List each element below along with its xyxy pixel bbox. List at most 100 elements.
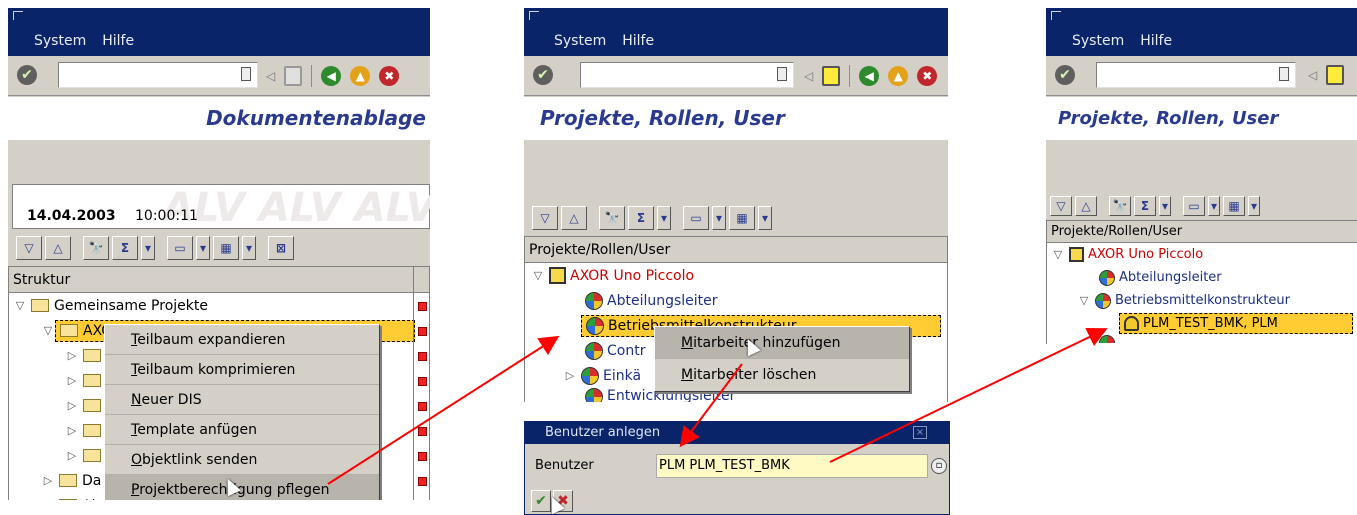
sum-dropdown-icon[interactable]: ▾ [657, 206, 671, 230]
expand-icon[interactable]: ▷ [65, 399, 79, 412]
tree-row-role[interactable] [1047, 335, 1357, 343]
print-dropdown-icon[interactable]: ▾ [1208, 196, 1220, 216]
menu-system[interactable]: System [34, 33, 86, 49]
menu-item-send-object-link[interactable]: Objektlink senden [105, 445, 379, 475]
expand-icon[interactable]: ▷ [41, 499, 55, 500]
tree-row-project[interactable]: ▽ AXOR Uno Piccolo [1047, 243, 1357, 266]
layout-dropdown-icon[interactable]: ▾ [1248, 196, 1260, 216]
expand-icon[interactable]: ▽ [13, 299, 27, 312]
layout-dropdown-icon[interactable]: ▾ [242, 236, 256, 260]
sum-icon[interactable]: Σ [112, 236, 138, 260]
collapse-all-icon[interactable]: △ [45, 236, 71, 260]
role-label: Contr [607, 342, 646, 359]
expand-icon[interactable]: ▽ [531, 269, 545, 282]
expand-all-icon[interactable]: ▽ [532, 206, 558, 230]
export-icon[interactable]: ⊠ [268, 236, 294, 260]
sum-icon[interactable]: Σ [1134, 196, 1156, 216]
exit-icon[interactable]: ▲ [888, 66, 909, 86]
tree-row-role[interactable]: Abteilungsleiter [525, 288, 947, 313]
sum-icon[interactable]: Σ [628, 206, 654, 230]
menu-help[interactable]: Hilfe [622, 33, 654, 49]
expand-icon[interactable]: ▷ [65, 449, 79, 462]
print-icon[interactable]: ▭ [683, 206, 709, 230]
menu-help[interactable]: Hilfe [1140, 33, 1172, 49]
save-icon[interactable] [1326, 65, 1345, 85]
command-field[interactable] [58, 62, 258, 88]
command-field[interactable] [1096, 62, 1296, 88]
menu-item-expand-subtree[interactable]: Teilbaum expandieren [105, 325, 379, 355]
window-titlebar: System Hilfe [524, 8, 948, 56]
tree-row-project[interactable]: ▽ AXOR Uno Piccolo [525, 263, 947, 288]
back-icon[interactable]: ◀ [321, 66, 342, 86]
menu-system[interactable]: System [1072, 33, 1124, 49]
page-title: Dokumentenablage [8, 97, 430, 140]
layout-dropdown-icon[interactable]: ▾ [758, 206, 772, 230]
cancel-icon[interactable]: ✖ [917, 66, 938, 86]
collapse-all-icon[interactable]: △ [1075, 196, 1097, 216]
enter-icon[interactable]: ✔ [17, 65, 37, 85]
role-label: Betriebsmittelkonstrukteur [1115, 293, 1290, 308]
expand-icon[interactable]: ▷ [65, 424, 79, 437]
status-icon [418, 427, 427, 436]
back-icon[interactable]: ◀ [859, 66, 880, 86]
folder-icon [59, 474, 77, 487]
print-dropdown-icon[interactable]: ▾ [196, 236, 210, 260]
expand-icon[interactable]: ▷ [65, 349, 79, 362]
menu-item-maintain-project-authorization[interactable]: Projektberechtigung pflegen [105, 475, 379, 500]
expand-icon[interactable]: ▽ [1077, 294, 1091, 307]
status-icon [418, 302, 427, 311]
collapse-all-icon[interactable]: △ [561, 206, 587, 230]
expand-all-icon[interactable]: ▽ [16, 236, 42, 260]
status-icon [418, 477, 427, 486]
enter-icon[interactable]: ✔ [533, 65, 553, 85]
expand-icon[interactable]: ▽ [1051, 248, 1065, 261]
find-icon[interactable]: 🔭 [83, 236, 109, 260]
exit-icon[interactable]: ▲ [350, 66, 371, 86]
command-field[interactable] [580, 62, 794, 88]
tree-row-role[interactable]: Abteilungsleiter [1047, 266, 1357, 289]
tree-row[interactable]: ▽ Gemeinsame Projekte [9, 293, 429, 318]
application-area: ▽ △ 🔭 Σ ▾ ▭ ▾ ▦ ▾ Projekte/Rollen/User ▽… [1046, 140, 1357, 344]
application-area: ALV ALV ALV A 14.04.2003 10:00:11 ▽ △ 🔭 … [8, 140, 430, 500]
sum-dropdown-icon[interactable]: ▾ [141, 236, 155, 260]
back-triangle-icon[interactable]: ◁ [804, 69, 813, 83]
find-icon[interactable]: 🔭 [1109, 196, 1131, 216]
history-dropdown-icon[interactable] [1279, 67, 1289, 81]
print-dropdown-icon[interactable]: ▾ [712, 206, 726, 230]
menu-item-attach-template[interactable]: Template anfügen [105, 415, 379, 445]
close-icon[interactable]: × [913, 426, 927, 439]
layout-icon[interactable]: ▦ [729, 206, 755, 230]
expand-icon[interactable]: ▷ [41, 474, 55, 487]
menu-system[interactable]: System [554, 33, 606, 49]
role-icon [581, 366, 599, 385]
tree-row-user-selected[interactable]: PLM_TEST_BMK, PLM [1047, 312, 1357, 335]
print-icon[interactable]: ▭ [167, 236, 193, 260]
menu-item-delete-employee[interactable]: Mitarbeiter löschen [655, 359, 909, 391]
layout-icon[interactable]: ▦ [1223, 196, 1245, 216]
find-icon[interactable]: 🔭 [599, 206, 625, 230]
column-divider [413, 267, 414, 500]
layout-icon[interactable]: ▦ [213, 236, 239, 260]
user-input[interactable]: PLM PLM_TEST_BMK [656, 454, 928, 478]
menu-item-new-dis[interactable]: Neuer DIS [105, 385, 379, 415]
enter-icon[interactable]: ✔ [1055, 65, 1075, 85]
history-dropdown-icon[interactable] [241, 67, 251, 81]
expand-icon[interactable]: ▷ [65, 374, 79, 387]
back-triangle-icon[interactable]: ◁ [266, 69, 275, 83]
context-menu: Mitarbeiter hinzufügen Mitarbeiter lösch… [654, 326, 910, 392]
sum-dropdown-icon[interactable]: ▾ [1159, 196, 1171, 216]
menu-help[interactable]: Hilfe [102, 33, 134, 49]
expand-icon[interactable]: ▷ [563, 369, 577, 382]
value-help-icon[interactable]: ▫ [931, 458, 947, 474]
cancel-icon[interactable]: ✖ [379, 66, 400, 86]
expand-all-icon[interactable]: ▽ [1050, 196, 1072, 216]
history-dropdown-icon[interactable] [777, 67, 787, 81]
save-icon[interactable] [822, 66, 841, 86]
print-icon[interactable]: ▭ [1183, 196, 1205, 216]
back-triangle-icon[interactable]: ◁ [1308, 68, 1317, 82]
save-icon[interactable] [284, 66, 303, 86]
tree-row-role[interactable]: ▽ Betriebsmittelkonstrukteur [1047, 289, 1357, 312]
menu-item-collapse-subtree[interactable]: Teilbaum komprimieren [105, 355, 379, 385]
expand-icon[interactable]: ▽ [41, 324, 55, 337]
menu-item-add-employee[interactable]: Mitarbeiter hinzufügen [655, 327, 909, 359]
